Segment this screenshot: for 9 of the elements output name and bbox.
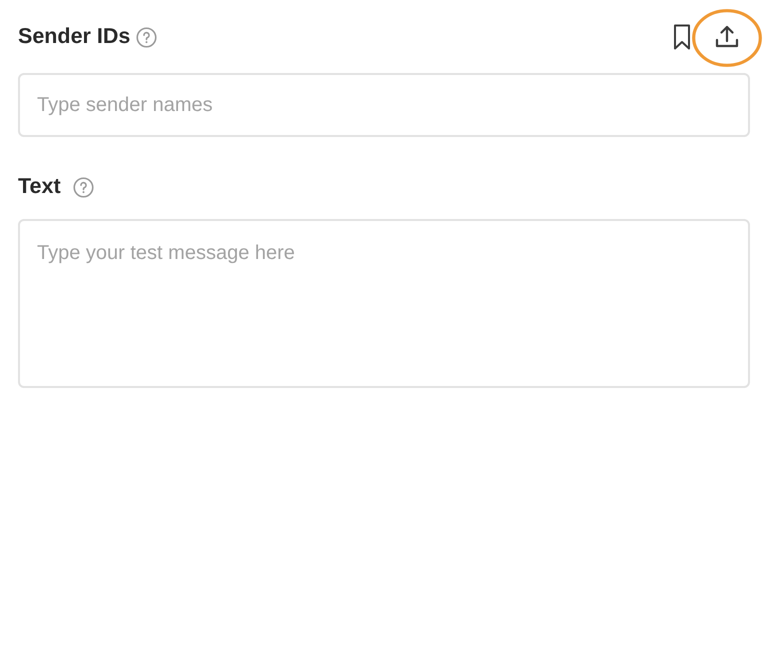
sender-names-input[interactable]: Type sender names [18,73,750,137]
message-textarea[interactable]: Type your test message here [18,219,750,388]
field-label: Sender IDs [18,26,130,48]
help-icon[interactable] [136,26,158,48]
bookmark-button[interactable] [672,23,692,51]
bookmark-icon [673,24,691,50]
help-icon[interactable] [72,176,94,198]
upload-icon [715,24,739,50]
field-label: Text [18,176,61,198]
